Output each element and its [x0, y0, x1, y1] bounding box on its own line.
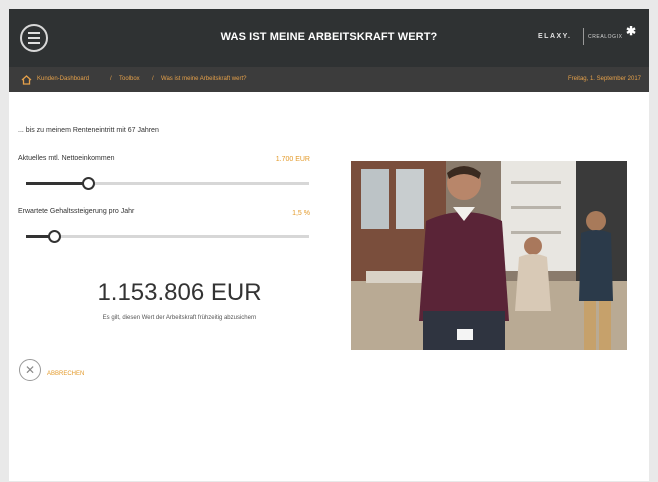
- intro-text: ... bis zu meinem Renteneintritt mit 67 …: [18, 127, 159, 134]
- income-slider[interactable]: [26, 177, 309, 190]
- top-bar: WAS IST MEINE ARBEITSKRAFT WERT? ELAXY. …: [9, 9, 649, 67]
- crealogix-logo: CREALOGIX: [588, 34, 623, 40]
- raise-slider[interactable]: [26, 230, 309, 243]
- app-window: WAS IST MEINE ARBEITSKRAFT WERT? ELAXY. …: [9, 9, 649, 481]
- current-date: Freitag, 1. September 2017: [567, 76, 641, 82]
- breadcrumb-item-toolbox[interactable]: Toolbox: [119, 76, 140, 82]
- income-value: 1.700 EUR: [275, 156, 310, 163]
- raise-slider-thumb[interactable]: [48, 230, 62, 243]
- raise-value: 1,5 %: [292, 210, 310, 217]
- close-icon[interactable]: ✕: [19, 359, 41, 381]
- page-title: WAS IST MEINE ARBEITSKRAFT WERT?: [220, 31, 438, 43]
- income-label: Aktuelles mtl. Nettoeinkommen: [18, 155, 115, 162]
- breadcrumb-separator: /: [152, 76, 154, 82]
- income-slider-fill: [26, 182, 89, 185]
- result-note: Es gilt, diesen Wert der Arbeitskraft fr…: [102, 315, 257, 321]
- home-icon[interactable]: [21, 75, 32, 85]
- breadcrumb-separator: /: [110, 76, 112, 82]
- breadcrumb-item-current: Was ist meine Arbeitskraft wert?: [161, 76, 247, 82]
- breadcrumb-item-dashboard[interactable]: Kunden-Dashboard: [37, 76, 89, 82]
- crealogix-star-icon: ✱: [626, 24, 637, 38]
- income-slider-thumb[interactable]: [82, 177, 96, 190]
- hamburger-menu-icon[interactable]: [20, 24, 48, 52]
- office-photo: [351, 161, 627, 350]
- brand-divider: [583, 28, 584, 45]
- breadcrumb: Kunden-Dashboard / Toolbox / Was ist mei…: [9, 67, 649, 92]
- result-amount: 1.153.806 EUR: [97, 279, 262, 306]
- cancel-button[interactable]: ABBRECHEN: [47, 371, 84, 377]
- elaxy-logo: ELAXY.: [538, 33, 572, 40]
- raise-label: Erwartete Gehaltssteigerung pro Jahr: [18, 208, 135, 215]
